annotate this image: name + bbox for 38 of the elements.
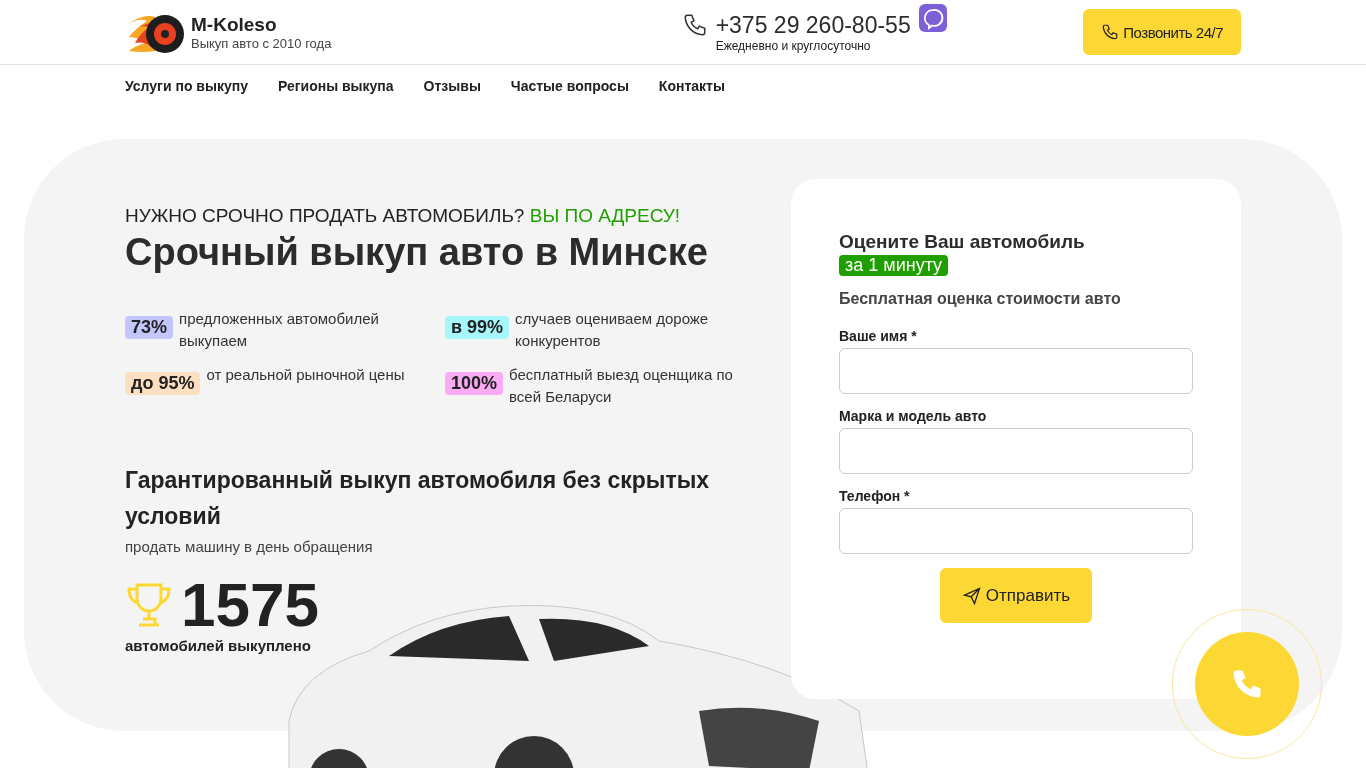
field-label: Ваше имя * bbox=[839, 328, 918, 344]
stat-text: от реальной рыночной цены bbox=[206, 365, 405, 385]
paper-plane-icon bbox=[961, 585, 982, 606]
stat-badge: до 95% bbox=[125, 372, 201, 395]
hero-kicker: НУЖНО СРОЧНО ПРОДАТЬ АВТОМОБИЛЬ? ВЫ ПО АДРЕСУ! bbox=[125, 205, 682, 227]
field-label: Марка и модель авто bbox=[839, 408, 988, 424]
guarantee-heading: Гарантированный выкуп автомобиля без скрытых условий bbox=[125, 466, 711, 531]
trophy-icon bbox=[125, 581, 173, 629]
brand-name: M-Koleso bbox=[191, 13, 278, 36]
working-hours: Ежедневно и круглосуточно bbox=[715, 38, 871, 53]
input-field[interactable] bbox=[839, 508, 1193, 554]
field-label: Телефон * bbox=[839, 488, 911, 504]
stat-badge: в 99% bbox=[445, 316, 510, 339]
phone-icon bbox=[1101, 23, 1120, 41]
submit-button[interactable]: Отправить bbox=[939, 568, 1093, 623]
stat-text: бесплатный выезд оценщика по всей Беларуси bbox=[509, 365, 734, 407]
stat-text: случаев оцениваем дороже конкурентов bbox=[515, 309, 710, 351]
hero-title: Срочный выкуп авто в Минске bbox=[125, 231, 709, 274]
cars-bought-label: автомобилей выкуплено bbox=[125, 637, 312, 654]
nav-link[interactable]: Услуги по выкупу bbox=[125, 78, 248, 94]
form-subtitle: Бесплатная оценка стоимости авто bbox=[839, 290, 1122, 308]
phone-icon bbox=[681, 12, 708, 38]
call-button[interactable]: Позвонить 24/7 bbox=[1083, 9, 1241, 55]
nav-link[interactable]: Отзывы bbox=[423, 78, 481, 94]
nav-link[interactable]: Контакты bbox=[658, 78, 725, 94]
brand-tagline: Выкуп авто с 2010 года bbox=[191, 35, 332, 51]
stat-text: предложенных автомобилей выкупаем bbox=[179, 309, 380, 351]
cars-bought-count: 1575 bbox=[181, 573, 319, 637]
nav-link[interactable]: Регионы выкупа bbox=[277, 78, 394, 94]
stat-badge: 73% bbox=[125, 316, 174, 339]
input-field[interactable] bbox=[839, 348, 1193, 394]
nav-link[interactable]: Частые вопросы bbox=[510, 78, 629, 94]
stat-badge: 100% bbox=[445, 372, 504, 395]
input-field[interactable] bbox=[839, 428, 1193, 474]
guarantee-subtitle: продать машину в день обращения bbox=[125, 538, 374, 555]
form-badge: за 1 минуту bbox=[839, 255, 949, 276]
form-title: Оцените Ваш автомобиль bbox=[839, 231, 1086, 253]
phone-link[interactable]: +375 29 260-80-55 bbox=[715, 11, 911, 39]
